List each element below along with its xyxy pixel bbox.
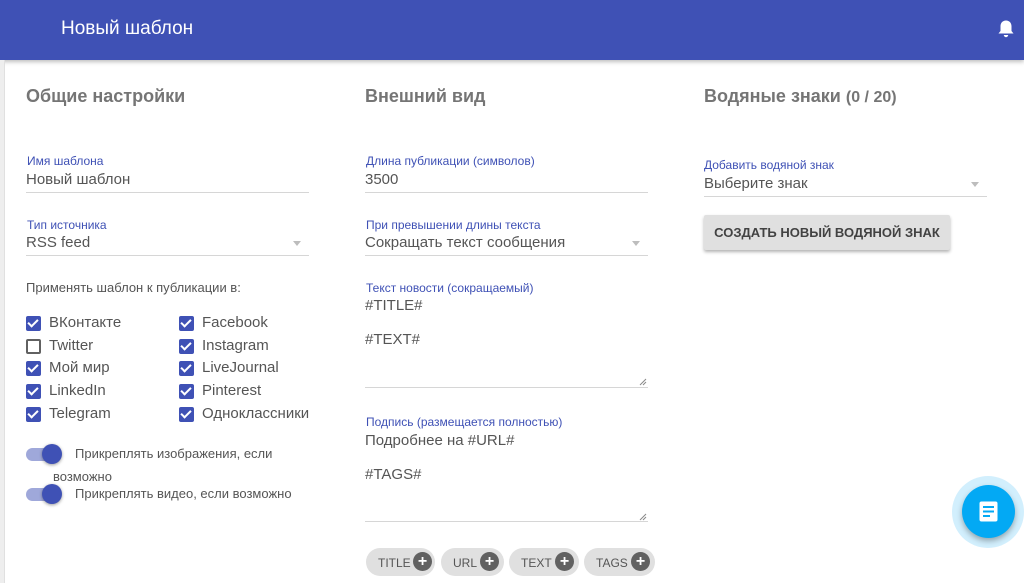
left-panel-edge bbox=[0, 60, 5, 583]
checkbox-telegram-label: Telegram bbox=[49, 405, 111, 422]
chip-url-label: URL bbox=[453, 556, 478, 570]
watermark-select-underline bbox=[704, 196, 987, 197]
watermarks-title: Водяные знаки (0 / 20) bbox=[704, 86, 897, 107]
news-text-underline bbox=[365, 387, 648, 388]
plus-icon[interactable]: + bbox=[555, 552, 574, 571]
chip-tags[interactable]: TAGS + bbox=[584, 548, 655, 576]
checkbox-moi-mir-box[interactable] bbox=[26, 361, 41, 376]
checkbox-odnoklassniki-box[interactable] bbox=[179, 407, 194, 422]
general-settings-title: Общие настройки bbox=[26, 86, 186, 106]
length-input[interactable]: 3500 bbox=[365, 171, 398, 188]
attach-video-toggle-knob[interactable] bbox=[42, 484, 62, 504]
checkbox-linkedin-box[interactable] bbox=[26, 384, 41, 399]
signature-underline bbox=[365, 521, 648, 522]
plus-icon[interactable]: + bbox=[480, 552, 499, 571]
watermarks-title-text: Водяные знаки bbox=[704, 86, 841, 106]
news-text-label: Текст новости (сокращаемый) bbox=[366, 281, 534, 295]
source-type-caret-icon[interactable] bbox=[293, 241, 301, 246]
checkbox-pinterest-label: Pinterest bbox=[202, 382, 262, 399]
overflow-select[interactable]: Сокращать текст сообщения bbox=[365, 234, 565, 251]
news-text-resize-icon[interactable] bbox=[639, 378, 647, 386]
checkbox-linkedin-label: LinkedIn bbox=[49, 382, 106, 399]
length-underline bbox=[365, 192, 648, 193]
checkbox-pinterest-box[interactable] bbox=[179, 384, 194, 399]
checkbox-moi-mir-label: Мой мир bbox=[49, 359, 110, 376]
plus-icon[interactable]: + bbox=[631, 552, 650, 571]
checkbox-instagram-box[interactable] bbox=[179, 339, 194, 354]
source-type-label: Тип источника bbox=[27, 218, 107, 232]
chip-tags-label: TAGS bbox=[596, 556, 628, 570]
chip-url[interactable]: URL + bbox=[441, 548, 504, 576]
overflow-underline bbox=[365, 255, 648, 256]
chip-text-label: TEXT bbox=[521, 556, 552, 570]
bell-icon[interactable] bbox=[997, 19, 1015, 39]
signature-label: Подпись (размещается полностью) bbox=[366, 415, 563, 429]
add-watermark-label: Добавить водяной знак bbox=[704, 158, 834, 172]
app-bar: Новый шаблон bbox=[0, 0, 1024, 60]
checkbox-facebook-label: Facebook bbox=[202, 314, 268, 331]
checkbox-vkontakte-box[interactable] bbox=[26, 316, 41, 331]
attach-video-toggle[interactable] bbox=[26, 484, 62, 504]
checkbox-livejournal-box[interactable] bbox=[179, 361, 194, 376]
chat-fab-button[interactable] bbox=[962, 485, 1015, 538]
source-type-underline bbox=[26, 255, 309, 256]
overflow-label: При превышении длины текста bbox=[366, 218, 541, 232]
checkbox-odnoklassniki-label: Одноклассники bbox=[202, 405, 310, 422]
chip-title-label: TITLE bbox=[378, 556, 411, 570]
checkbox-instagram-label: Instagram bbox=[202, 337, 269, 354]
template-name-input[interactable]: Новый шаблон bbox=[26, 171, 130, 188]
checkbox-facebook-box[interactable] bbox=[179, 316, 194, 331]
checkbox-telegram-box[interactable] bbox=[26, 407, 41, 422]
news-text-textarea[interactable]: #TITLE# #TEXT# bbox=[365, 297, 423, 348]
overflow-caret-icon[interactable] bbox=[632, 241, 640, 246]
watermark-caret-icon[interactable] bbox=[971, 182, 979, 187]
length-label: Длина публикации (символов) bbox=[366, 154, 535, 168]
create-watermark-button[interactable]: СОЗДАТЬ НОВЫЙ ВОДЯНОЙ ЗНАК bbox=[704, 215, 950, 250]
page-title: Новый шаблон bbox=[61, 18, 194, 39]
attach-video-label: Прикреплять видео, если возможно bbox=[75, 486, 292, 501]
watermarks-count: (0 / 20) bbox=[845, 89, 897, 106]
template-name-underline bbox=[26, 192, 309, 193]
apply-to-label: Применять шаблон к публикации в: bbox=[26, 280, 241, 295]
checkbox-twitter-label: Twitter bbox=[49, 337, 94, 354]
chip-text[interactable]: TEXT + bbox=[509, 548, 579, 576]
appearance-title: Внешний вид bbox=[365, 86, 486, 106]
signature-resize-icon[interactable] bbox=[639, 513, 647, 521]
signature-textarea[interactable]: Подробнее на #URL# #TAGS# bbox=[365, 432, 514, 483]
checkbox-vkontakte-label: ВКонтакте bbox=[49, 314, 122, 331]
plus-icon[interactable]: + bbox=[413, 552, 432, 571]
watermark-select[interactable]: Выберите знак bbox=[704, 175, 808, 192]
checkbox-livejournal-label: LiveJournal bbox=[202, 359, 279, 376]
template-name-label: Имя шаблона bbox=[27, 154, 104, 168]
checkbox-twitter-box[interactable] bbox=[26, 339, 41, 354]
source-type-select[interactable]: RSS feed bbox=[26, 234, 90, 251]
message-icon bbox=[979, 501, 998, 522]
chip-title[interactable]: TITLE + bbox=[366, 548, 435, 576]
